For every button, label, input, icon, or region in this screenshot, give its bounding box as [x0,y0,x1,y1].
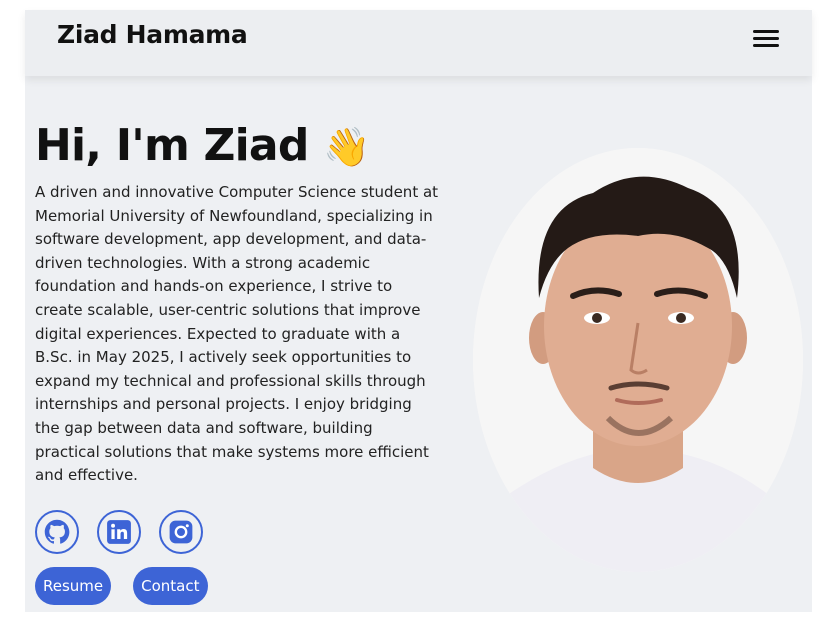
page-frame: Ziad Hamama Hi, I'm Ziad 👋 A driven and … [25,10,812,612]
action-buttons: Resume Contact [35,567,208,605]
hero-title-text: Hi, I'm Ziad [35,120,309,171]
github-icon [44,519,70,544]
linkedin-icon [107,520,131,544]
profile-portrait-image [473,148,803,572]
linkedin-link[interactable] [97,510,141,554]
hero-title: Hi, I'm Ziad 👋 [35,120,370,171]
contact-button[interactable]: Contact [133,567,208,605]
waving-hand-icon: 👋 [323,125,370,169]
resume-button[interactable]: Resume [35,567,112,605]
instagram-icon [169,520,193,544]
social-links [35,510,203,554]
menu-line [753,30,779,33]
instagram-link[interactable] [159,510,203,554]
menu-line [753,44,779,47]
bio-paragraph: A driven and innovative Computer Science… [35,183,439,485]
navbar: Ziad Hamama [25,10,812,76]
menu-line [753,37,779,40]
brand-name[interactable]: Ziad Hamama [57,20,248,49]
github-link[interactable] [35,510,79,554]
hamburger-menu-icon[interactable] [753,26,779,48]
profile-photo [473,148,803,572]
